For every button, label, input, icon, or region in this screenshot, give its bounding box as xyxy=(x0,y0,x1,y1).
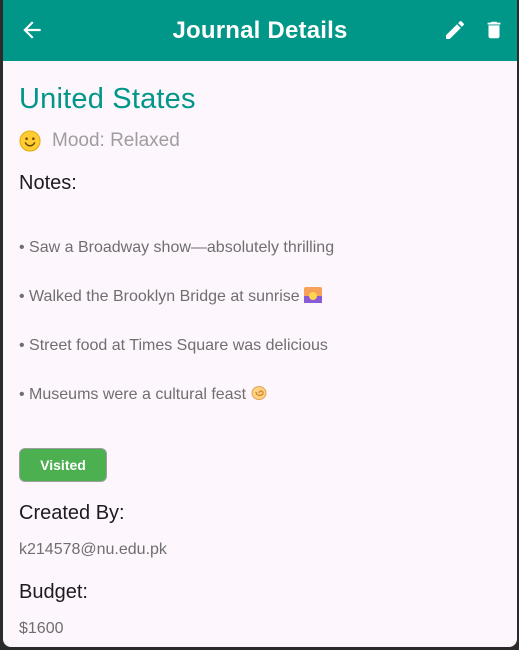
spiral-shell-icon xyxy=(251,385,267,400)
status-badge: Visited xyxy=(19,447,107,482)
mood-row: Mood: Relaxed xyxy=(19,130,501,152)
page-title: Journal Details xyxy=(172,16,348,44)
note-item: • Street food at Times Square was delici… xyxy=(19,336,328,354)
destination-title: United States xyxy=(19,83,196,115)
mood-label: Mood: Relaxed xyxy=(52,130,180,151)
created-by-value: k214578@nu.edu.pk xyxy=(19,540,167,558)
created-by-heading: Created By: xyxy=(19,501,125,524)
sunrise-icon xyxy=(303,286,322,303)
smiling-face-icon xyxy=(19,130,41,152)
notes-heading: Notes: xyxy=(19,172,77,194)
note-item: • Museums were a cultural feast xyxy=(19,383,501,408)
app-bar: Journal Details xyxy=(3,0,517,61)
journal-details: United States Mood: Relaxed Notes: • Saw… xyxy=(3,61,517,638)
budget-heading: Budget: xyxy=(19,580,88,603)
app-frame: Journal Details United States Mood: Rela… xyxy=(3,0,517,647)
budget-value: $1600 xyxy=(19,619,64,637)
trash-icon[interactable] xyxy=(483,18,505,42)
notes-list: • Saw a Broadway show—absolutely thrilli… xyxy=(19,211,501,432)
pencil-icon[interactable] xyxy=(443,18,467,42)
note-item: • Walked the Brooklyn Bridge at sunrise xyxy=(19,285,501,310)
arrow-back-icon[interactable] xyxy=(19,17,45,43)
note-item: • Saw a Broadway show—absolutely thrilli… xyxy=(19,238,335,256)
